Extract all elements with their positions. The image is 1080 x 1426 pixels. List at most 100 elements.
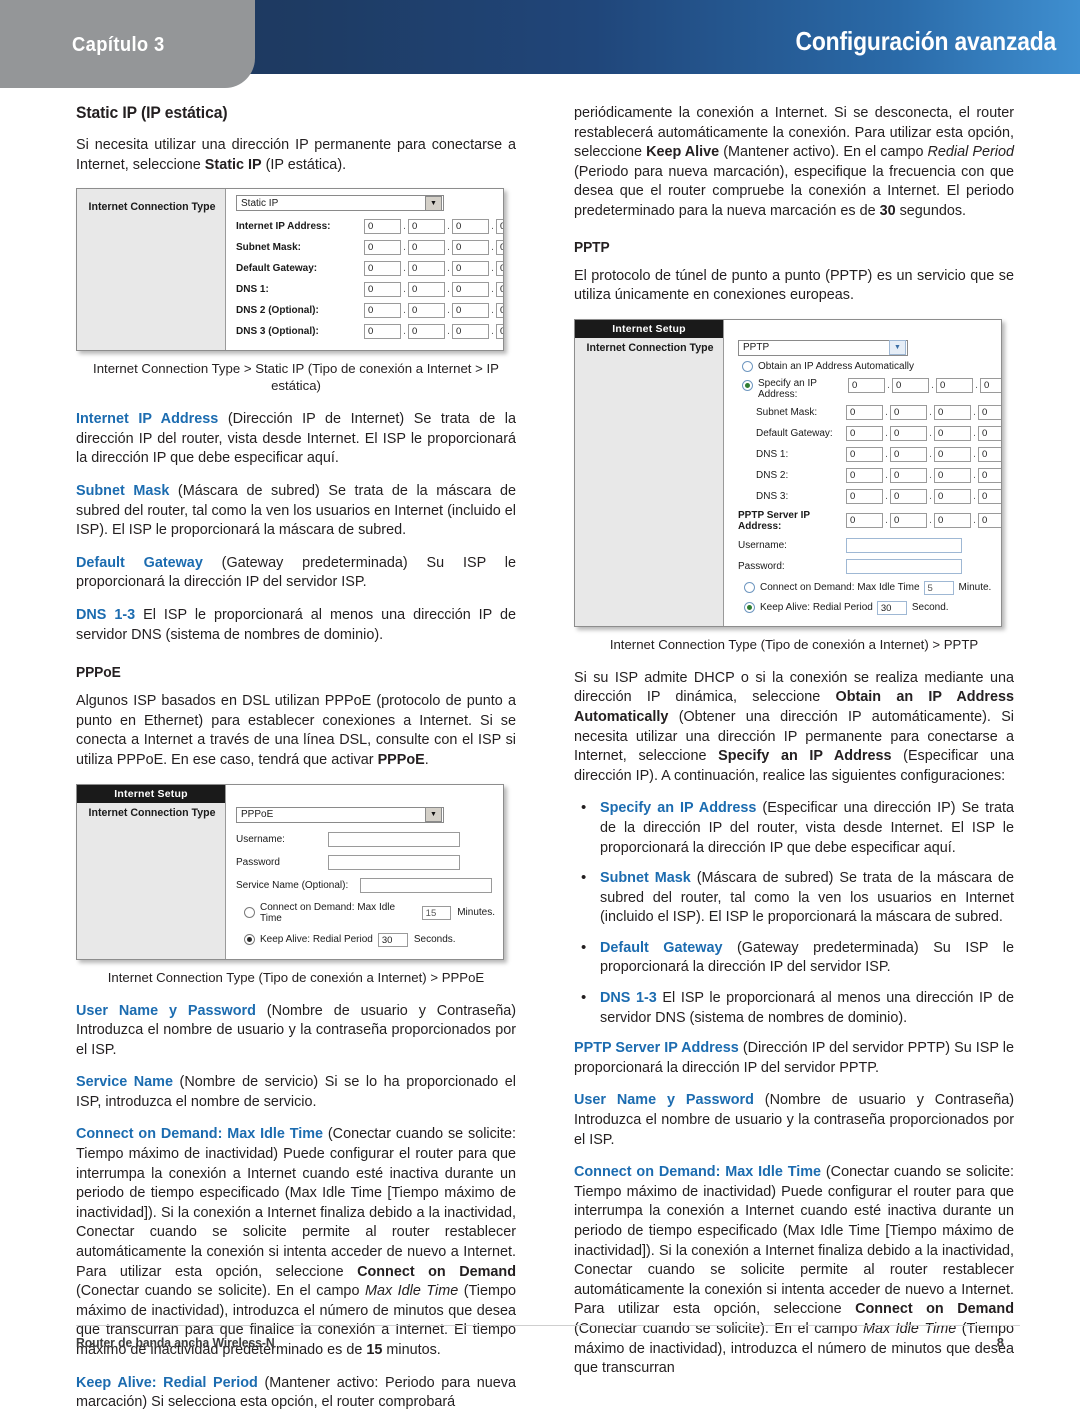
- keep-alive-row[interactable]: Keep Alive: Redial Period 30 Second.: [738, 600, 1001, 615]
- ip-octet-input[interactable]: 0: [978, 488, 1001, 504]
- connection-type-select[interactable]: PPPoE ▼: [236, 806, 444, 823]
- ip-octet-input[interactable]: 0: [846, 425, 883, 441]
- max-idle-time-input[interactable]: 15: [421, 905, 452, 920]
- ip-octet-input[interactable]: 0: [934, 404, 971, 420]
- ip-octet-input[interactable]: 0: [408, 261, 445, 277]
- caption-static-ip: Internet Connection Type > Static IP (Ti…: [93, 361, 499, 394]
- ip-octet-input[interactable]: 0: [452, 303, 489, 319]
- ip-octet-input[interactable]: 0: [496, 261, 503, 277]
- ip-octet-input[interactable]: 0: [846, 513, 883, 529]
- bullet-term: Specify an IP Address: [600, 800, 757, 817]
- field-label: DNS 3 (Optional):: [236, 326, 319, 338]
- redial-period-unit: Second.: [911, 602, 949, 614]
- definition-default-gateway: Default Gateway (Gateway predeterminada)…: [76, 554, 516, 593]
- ip-octet-input[interactable]: 0: [890, 446, 927, 462]
- connection-type-row: Static IP ▼: [236, 195, 503, 212]
- ip-octet-input[interactable]: 0: [452, 240, 489, 256]
- ip-octet-input[interactable]: 0: [452, 219, 489, 235]
- obtain-ip-auto-row[interactable]: Obtain an IP Address Automatically: [738, 360, 1001, 372]
- radio-keep-alive[interactable]: [744, 602, 755, 614]
- ip-octet-input[interactable]: 0: [978, 404, 1001, 420]
- service-name-input[interactable]: [360, 877, 492, 893]
- ip-octet-input[interactable]: 0: [496, 324, 503, 340]
- ip-octet-input[interactable]: 0: [496, 240, 503, 256]
- ip-octet-input[interactable]: 0: [934, 513, 971, 529]
- field-row-pptp-server-ip: PPTP Server IP Address: 0. 0. 0. 0: [738, 510, 1001, 532]
- ip-dot: .: [975, 379, 978, 391]
- redial-period-input[interactable]: 30: [876, 600, 907, 615]
- chevron-down-icon[interactable]: ▼: [425, 807, 442, 822]
- ip-octet-input[interactable]: 0: [934, 425, 971, 441]
- ip-octet-input[interactable]: 0: [408, 219, 445, 235]
- ip-octet-input[interactable]: 0: [978, 446, 1001, 462]
- connect-on-demand-label: Connect on Demand: Max Idle Time: [760, 582, 920, 594]
- max-idle-time-input[interactable]: 5: [923, 580, 954, 595]
- ip-octet-group: 0. 0. 0. 0: [846, 513, 1001, 529]
- ip-octet-input[interactable]: 0: [846, 446, 883, 462]
- ip-octet-input[interactable]: 0: [364, 261, 401, 277]
- keep-alive-row[interactable]: Keep Alive: Redial Period 30 Seconds.: [236, 932, 495, 947]
- max-idle-time-unit: Minutes.: [457, 907, 495, 918]
- ip-octet-input[interactable]: 0: [364, 324, 401, 340]
- definition-term: User Name y Password: [574, 1092, 754, 1109]
- ip-octet-input[interactable]: 0: [890, 488, 927, 504]
- ip-octet-input[interactable]: 0: [890, 425, 927, 441]
- ip-octet-input[interactable]: 0: [978, 425, 1001, 441]
- ip-dot: .: [885, 469, 888, 481]
- ip-octet-input[interactable]: 0: [452, 261, 489, 277]
- ip-octet-input[interactable]: 0: [934, 467, 971, 483]
- ip-octet-input[interactable]: 0: [936, 377, 973, 393]
- radio-obtain-ip-automatically[interactable]: [742, 360, 753, 372]
- ip-octet-input[interactable]: 0: [934, 488, 971, 504]
- ip-octet-input[interactable]: 0: [846, 404, 883, 420]
- connect-on-demand-row[interactable]: Connect on Demand: Max Idle Time 5 Minut…: [738, 580, 1001, 595]
- ip-octet-input[interactable]: 0: [364, 303, 401, 319]
- ip-octet-input[interactable]: 0: [452, 324, 489, 340]
- ip-octet-input[interactable]: 0: [890, 467, 927, 483]
- ip-octet-input[interactable]: 0: [364, 282, 401, 298]
- connect-on-demand-row[interactable]: Connect on Demand: Max Idle Time 15 Minu…: [236, 902, 495, 924]
- ip-octet-input[interactable]: 0: [496, 303, 503, 319]
- pppoe-intro-b: .: [424, 751, 429, 768]
- password-input[interactable]: [328, 854, 460, 870]
- ip-octet-input[interactable]: 0: [408, 240, 445, 256]
- chevron-down-icon[interactable]: ▼: [889, 340, 906, 356]
- connection-type-select[interactable]: PPTP ▼: [738, 339, 908, 356]
- ip-octet-input[interactable]: 0: [364, 240, 401, 256]
- ip-octet-input[interactable]: 0: [890, 404, 927, 420]
- bullet-term: Subnet Mask: [600, 870, 691, 887]
- connection-type-select[interactable]: Static IP ▼: [236, 195, 444, 212]
- specify-ip-row[interactable]: Specify an IP Address: 0. 0. 0. 0: [738, 377, 1001, 400]
- definition-part1: (Conectar cuando se solicite: Tiempo máx…: [76, 1126, 516, 1280]
- ip-octet-input[interactable]: 0: [934, 446, 971, 462]
- ip-octet-input[interactable]: 0: [496, 282, 503, 298]
- ip-octet-input[interactable]: 0: [846, 467, 883, 483]
- obtain-ip-auto-label: Obtain an IP Address Automatically: [758, 360, 915, 372]
- ip-octet-input[interactable]: 0: [408, 324, 445, 340]
- ip-dot: .: [931, 379, 934, 391]
- password-input[interactable]: [846, 558, 962, 574]
- ip-octet-input[interactable]: 0: [408, 303, 445, 319]
- radio-keep-alive[interactable]: [244, 934, 255, 945]
- ip-octet-input[interactable]: 0: [890, 513, 927, 529]
- ip-octet-input[interactable]: 0: [892, 377, 929, 393]
- ip-octet-input[interactable]: 0: [848, 377, 885, 393]
- radio-connect-on-demand[interactable]: [744, 582, 755, 594]
- username-input[interactable]: [328, 831, 460, 847]
- ip-dot: .: [491, 326, 494, 338]
- username-input[interactable]: [846, 537, 962, 553]
- ip-octet-input[interactable]: 0: [452, 282, 489, 298]
- ip-octet-input[interactable]: 0: [496, 219, 503, 235]
- radio-specify-ip-address[interactable]: [742, 379, 753, 391]
- ip-dot: .: [447, 305, 450, 317]
- ip-octet-input[interactable]: 0: [978, 467, 1001, 483]
- chevron-down-icon[interactable]: ▼: [425, 195, 442, 211]
- ip-octet-input[interactable]: 0: [978, 513, 1001, 529]
- ip-octet-input[interactable]: 0: [846, 488, 883, 504]
- redial-period-input[interactable]: 30: [377, 932, 408, 947]
- ip-octet-input[interactable]: 0: [408, 282, 445, 298]
- radio-connect-on-demand[interactable]: [244, 907, 255, 918]
- ip-octet-input[interactable]: 0: [364, 219, 401, 235]
- ip-octet-input[interactable]: 0: [980, 377, 1001, 393]
- ip-dot: .: [973, 515, 976, 527]
